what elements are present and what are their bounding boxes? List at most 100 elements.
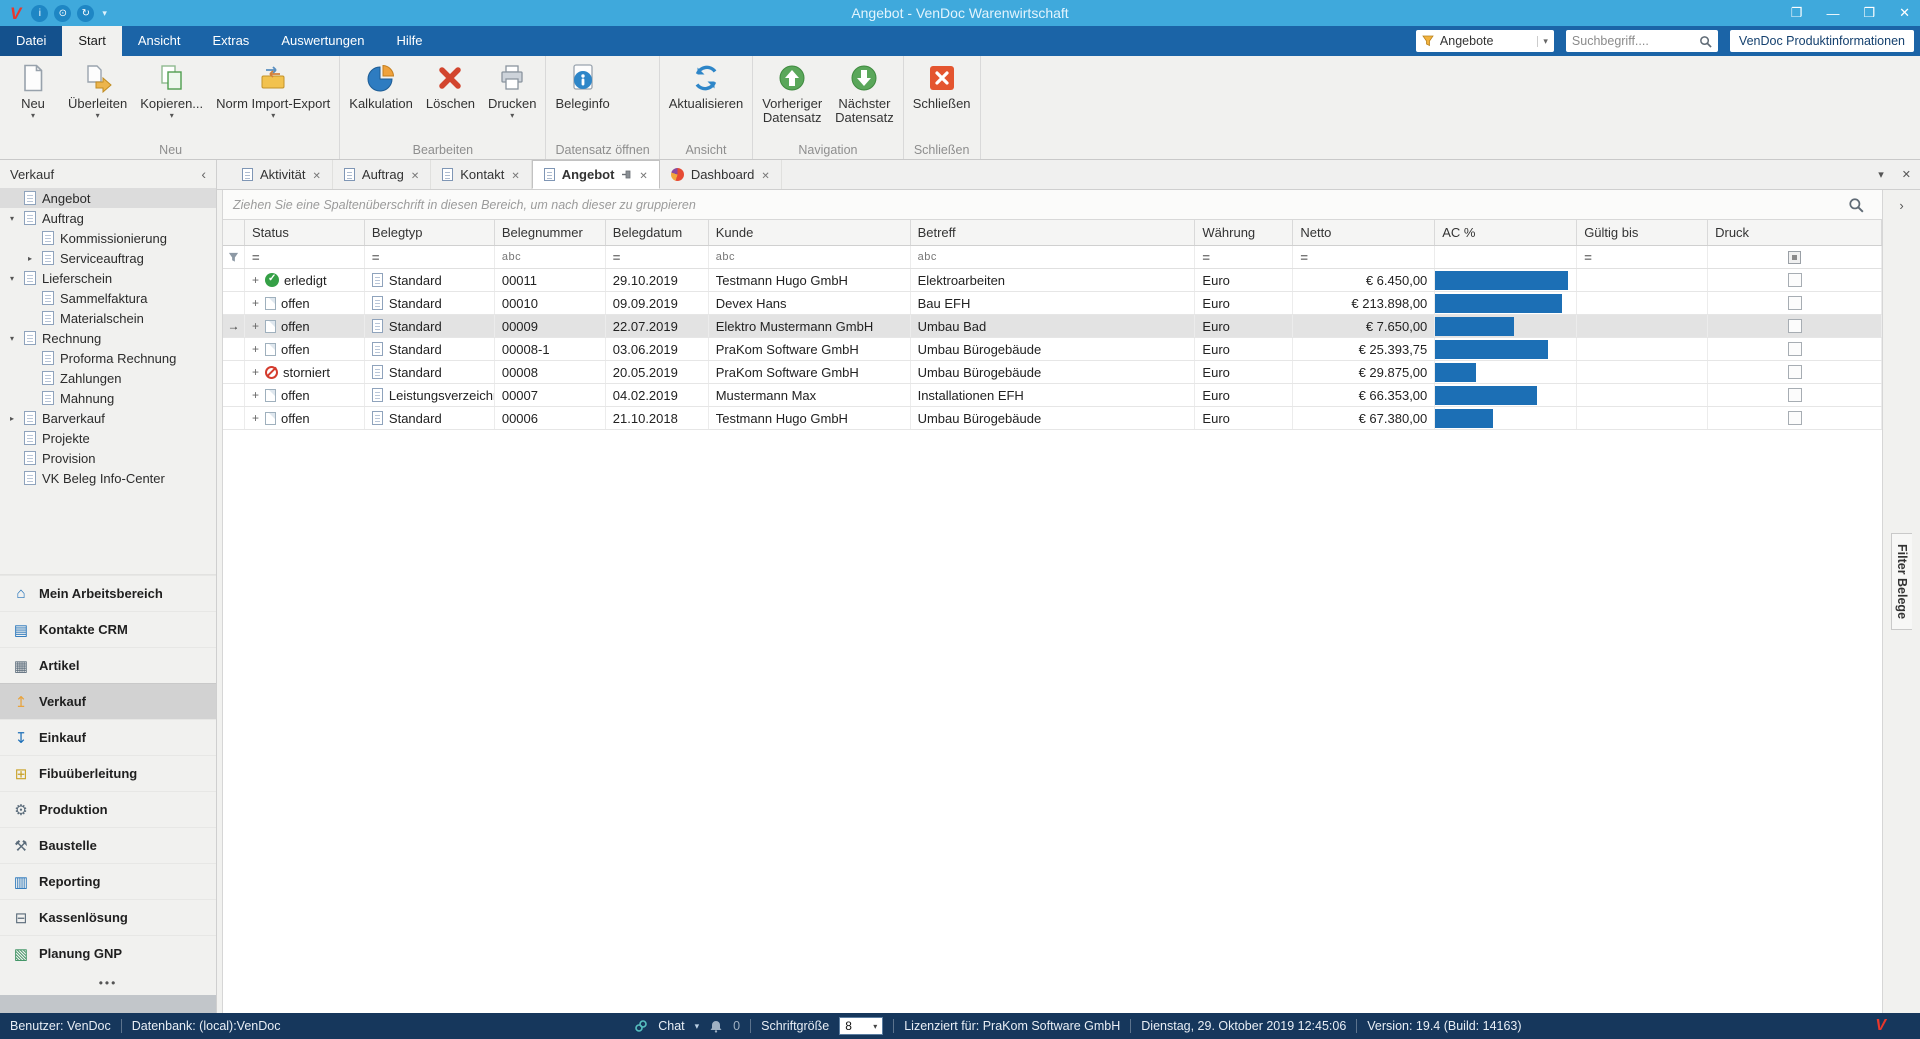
- aktualisieren-button[interactable]: Aktualisieren: [663, 59, 749, 141]
- tabbar-close-icon[interactable]: ✕: [1902, 168, 1911, 181]
- tree-expander-icon[interactable]: ▾: [10, 274, 24, 283]
- drucken-button[interactable]: Drucken: [482, 59, 542, 141]
- product-info-button[interactable]: VenDoc Produktinformationen: [1730, 30, 1914, 52]
- kopieren-button[interactable]: Kopieren...: [134, 59, 209, 141]
- pin-icon[interactable]: [621, 169, 632, 180]
- nav-item[interactable]: ▥ Reporting: [0, 863, 216, 899]
- schliessen-button[interactable]: Schließen: [907, 59, 977, 141]
- close-icon[interactable]: ✕: [1899, 5, 1910, 21]
- nav-item[interactable]: ↧ Einkauf: [0, 719, 216, 755]
- expand-row-icon[interactable]: +: [252, 319, 265, 333]
- expand-row-icon[interactable]: +: [252, 411, 265, 425]
- filter-cell-gueltig-bis[interactable]: =: [1577, 246, 1708, 268]
- ueberleiten-button[interactable]: Überleiten: [62, 59, 133, 141]
- expand-row-icon[interactable]: +: [252, 342, 265, 356]
- expand-row-icon[interactable]: +: [252, 388, 265, 402]
- tab-list-icon[interactable]: ▾: [1878, 168, 1884, 181]
- tree-item[interactable]: ▾ Lieferschein: [0, 268, 216, 288]
- table-row[interactable]: + offen Leistungsverzeichnis 00007 04.02…: [223, 384, 1882, 407]
- grid-search-icon[interactable]: [1848, 197, 1864, 213]
- tree-item[interactable]: Provision: [0, 448, 216, 468]
- filter-cell-ac-percent[interactable]: [1435, 246, 1577, 268]
- beleginfo-button[interactable]: Beleginfo: [549, 59, 615, 141]
- tab-close-icon[interactable]: [511, 167, 519, 182]
- column-header-betreff[interactable]: Betreff: [911, 220, 1196, 245]
- filter-cell-belegtyp[interactable]: =: [365, 246, 495, 268]
- filter-cell-belegnummer[interactable]: abc: [495, 246, 606, 268]
- filter-row-cell[interactable]: [223, 246, 245, 268]
- kalkulation-button[interactable]: Kalkulation: [343, 59, 419, 141]
- nav-item[interactable]: ▤ Kontakte CRM: [0, 611, 216, 647]
- document-tab[interactable]: Auftrag: [333, 160, 431, 189]
- document-tab[interactable]: Kontakt: [431, 160, 531, 189]
- filter-cell-netto[interactable]: =: [1293, 246, 1435, 268]
- tree-item[interactable]: VK Beleg Info-Center: [0, 468, 216, 488]
- column-header-druck[interactable]: Druck: [1708, 220, 1882, 245]
- statusbar-chat[interactable]: Chat: [658, 1019, 684, 1033]
- nav-item[interactable]: ▦ Artikel: [0, 647, 216, 683]
- menu-tab[interactable]: Datei: [0, 26, 62, 56]
- table-row[interactable]: → + offen Standard 00009 22.07.2019 Elek: [223, 315, 1882, 338]
- druck-checkbox[interactable]: [1788, 319, 1802, 333]
- document-tab[interactable]: Dashboard: [660, 160, 782, 189]
- filter-belege-tab[interactable]: Filter Belege: [1891, 533, 1912, 630]
- norm-import-export-button[interactable]: Norm Import-Export: [210, 59, 336, 141]
- chat-dropdown-icon[interactable]: ▾: [695, 1021, 700, 1032]
- tree-item[interactable]: Zahlungen: [0, 368, 216, 388]
- table-row[interactable]: + offen Standard 00006 21.10.2018 Testma…: [223, 407, 1882, 430]
- loeschen-button[interactable]: Löschen: [420, 59, 481, 141]
- tree-item[interactable]: ▸ Barverkauf: [0, 408, 216, 428]
- nav-item[interactable]: ⌂ Mein Arbeitsbereich: [0, 575, 216, 611]
- nav-item[interactable]: ↥ Verkauf: [0, 683, 216, 719]
- notifications-bell-icon[interactable]: [709, 1019, 723, 1033]
- tree-item[interactable]: ▾ Rechnung: [0, 328, 216, 348]
- group-by-panel[interactable]: Ziehen Sie eine Spaltenüberschrift in di…: [223, 190, 1882, 220]
- druck-checkbox[interactable]: [1788, 273, 1802, 287]
- fullscreen-icon[interactable]: ❐: [1791, 5, 1803, 21]
- druck-checkbox[interactable]: [1788, 411, 1802, 425]
- naechster-datensatz-button[interactable]: Nächster Datensatz: [829, 59, 900, 141]
- column-header-netto[interactable]: Netto: [1293, 220, 1435, 245]
- tree-item[interactable]: Proforma Rechnung: [0, 348, 216, 368]
- tree-expander-icon[interactable]: ▸: [10, 414, 24, 423]
- tab-close-icon[interactable]: [313, 167, 321, 182]
- table-row[interactable]: + storniert Standard 00008 20.05.2019 Pr…: [223, 361, 1882, 384]
- filter-cell-kunde[interactable]: abc: [709, 246, 911, 268]
- column-header-status[interactable]: Status: [245, 220, 365, 245]
- menu-tab[interactable]: Extras: [196, 26, 265, 56]
- refresh-icon[interactable]: ↻: [77, 5, 94, 22]
- filter-cell-druck[interactable]: [1708, 246, 1882, 268]
- tree-item[interactable]: Projekte: [0, 428, 216, 448]
- column-header-kunde[interactable]: Kunde: [709, 220, 911, 245]
- menu-tab[interactable]: Hilfe: [380, 26, 438, 56]
- tree-item[interactable]: Materialschein: [0, 308, 216, 328]
- tree-item[interactable]: Kommissionierung: [0, 228, 216, 248]
- tree-expander-icon[interactable]: ▾: [10, 334, 24, 343]
- tree-item[interactable]: Mahnung: [0, 388, 216, 408]
- nav-item[interactable]: ⊟ Kassenlösung: [0, 899, 216, 935]
- tab-close-icon[interactable]: [411, 167, 419, 182]
- column-header-belegtyp[interactable]: Belegtyp: [365, 220, 495, 245]
- tab-close-icon[interactable]: [639, 167, 647, 182]
- druck-checkbox[interactable]: [1788, 342, 1802, 356]
- filter-cell-betreff[interactable]: abc: [911, 246, 1196, 268]
- view-filter-dropdown[interactable]: Angebote: [1416, 30, 1554, 52]
- search-icon[interactable]: [1699, 35, 1712, 48]
- table-row[interactable]: + offen Standard 00010 09.09.2019 Devex …: [223, 292, 1882, 315]
- expand-panel-icon[interactable]: ›: [1899, 198, 1903, 213]
- tree-item[interactable]: Sammelfaktura: [0, 288, 216, 308]
- tree-item[interactable]: ▸ Serviceauftrag: [0, 248, 216, 268]
- minimize-icon[interactable]: —: [1826, 6, 1839, 21]
- menu-tab[interactable]: Auswertungen: [265, 26, 380, 56]
- tab-close-icon[interactable]: [761, 167, 769, 182]
- chevron-down-icon[interactable]: ▾: [102, 8, 107, 19]
- document-tab[interactable]: Angebot: [532, 160, 660, 189]
- expand-row-icon[interactable]: +: [252, 365, 265, 379]
- filter-cell-belegdatum[interactable]: =: [606, 246, 709, 268]
- filter-cell-waehrung[interactable]: =: [1195, 246, 1293, 268]
- column-header-waehrung[interactable]: Währung: [1195, 220, 1293, 245]
- filter-cell-status[interactable]: =: [245, 246, 365, 268]
- fontsize-select[interactable]: 8: [839, 1017, 883, 1035]
- nav-item[interactable]: ▧ Planung GNP: [0, 935, 216, 971]
- nav-item[interactable]: ⊞ Fibuüberleitung: [0, 755, 216, 791]
